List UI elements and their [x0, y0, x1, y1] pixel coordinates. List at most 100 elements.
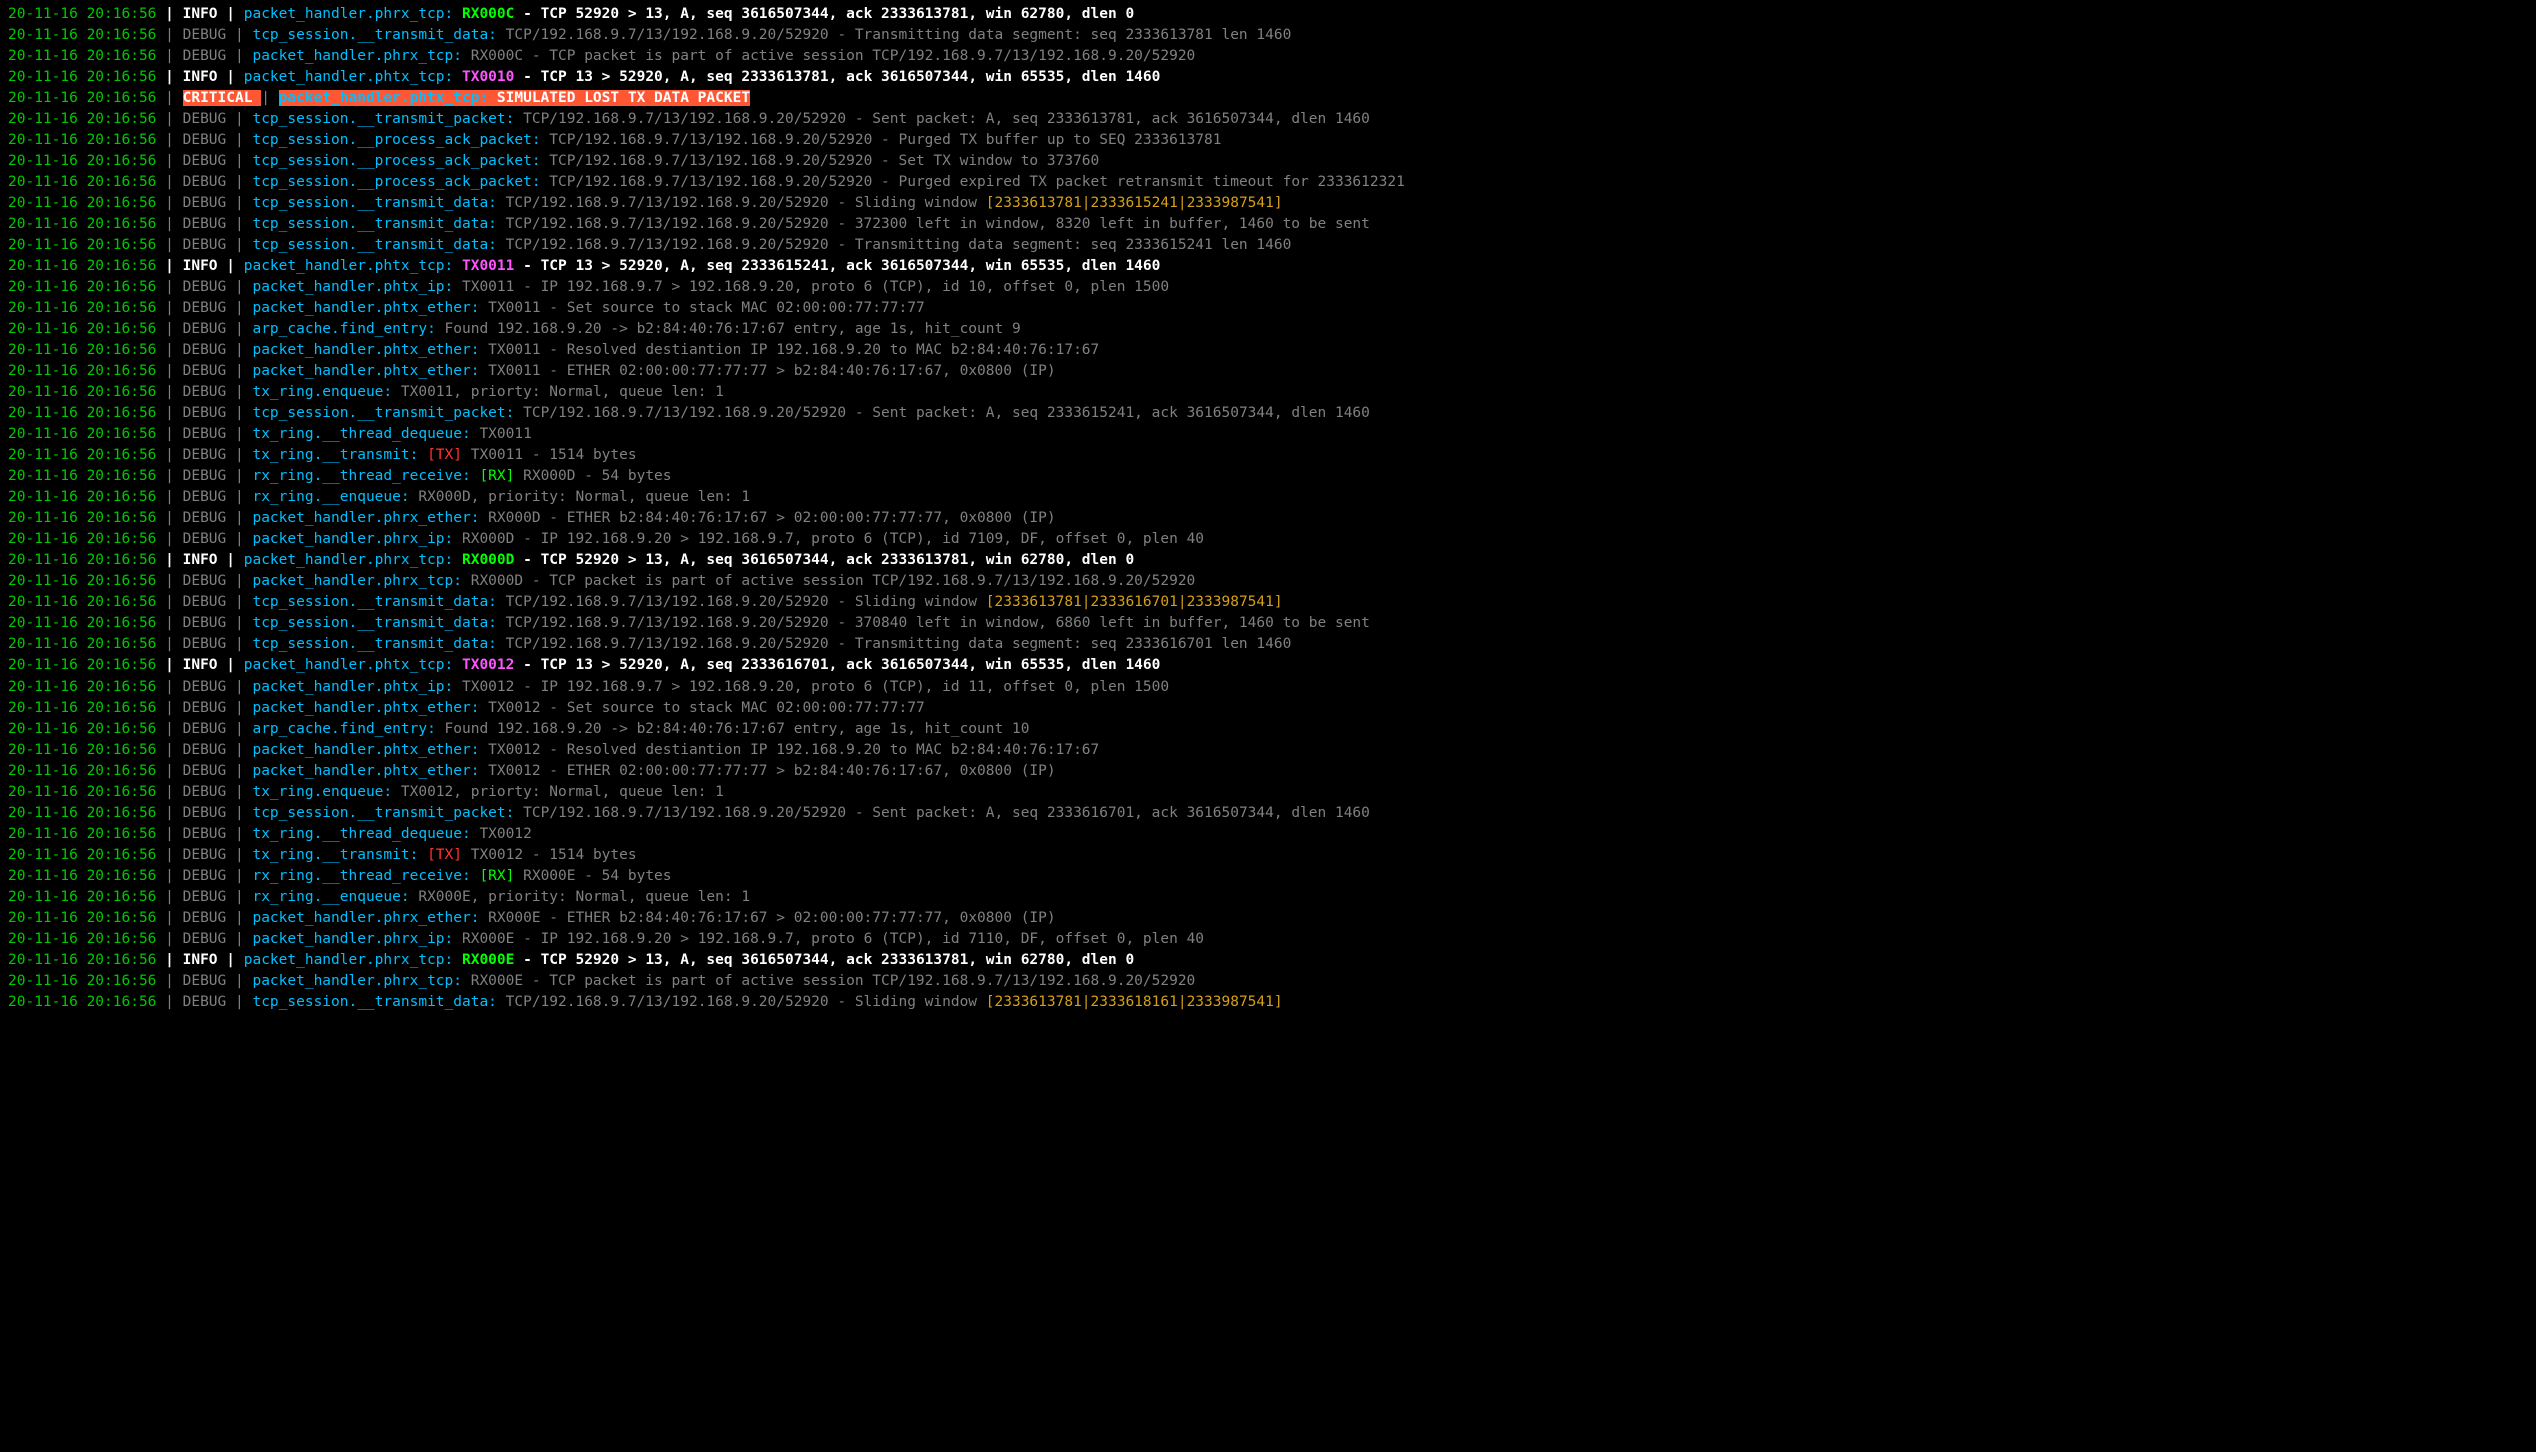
log-line: 20-11-16 20:16:56 | DEBUG | tcp_session.…	[8, 992, 2528, 1013]
log-source: tx_ring.__transmit:	[252, 447, 418, 463]
log-source: tcp_session.__transmit_packet:	[252, 111, 514, 127]
log-separator: |	[235, 384, 252, 400]
log-level: DEBUG	[183, 405, 235, 421]
log-output[interactable]: 20-11-16 20:16:56 | INFO | packet_handle…	[8, 4, 2528, 1013]
log-source: tx_ring.__transmit:	[252, 847, 418, 863]
log-separator: |	[235, 237, 252, 253]
log-separator: |	[226, 952, 243, 968]
log-level: DEBUG	[183, 700, 235, 716]
log-source: tx_ring.__thread_dequeue:	[252, 826, 470, 842]
log-line: 20-11-16 20:16:56 | DEBUG | tx_ring.enqu…	[8, 782, 2528, 803]
log-separator: |	[156, 363, 182, 379]
log-message: RX000E, priority: Normal, queue len: 1	[410, 889, 750, 905]
log-message: TCP/192.168.9.7/13/192.168.9.20/52920 - …	[497, 216, 1370, 232]
log-level: DEBUG	[183, 679, 235, 695]
log-separator: |	[235, 468, 252, 484]
log-message: - TCP 52920 > 13, A, seq 3616507344, ack…	[514, 952, 1134, 968]
log-separator: |	[156, 237, 182, 253]
log-timestamp: 20-11-16 20:16:56	[8, 573, 156, 589]
log-timestamp: 20-11-16 20:16:56	[8, 48, 156, 64]
sliding-window: [2333613781|2333616701|2333987541]	[986, 594, 1283, 610]
log-level: DEBUG	[183, 300, 235, 316]
log-separator: |	[156, 405, 182, 421]
ring-tag: [TX]	[427, 847, 462, 863]
log-source: rx_ring.__enqueue:	[252, 489, 409, 505]
log-level: INFO	[183, 657, 227, 673]
log-line: 20-11-16 20:16:56 | DEBUG | tx_ring.__tr…	[8, 445, 2528, 466]
sliding-window: [2333613781|2333615241|2333987541]	[986, 195, 1283, 211]
log-line: 20-11-16 20:16:56 | DEBUG | packet_handl…	[8, 698, 2528, 719]
log-timestamp: 20-11-16 20:16:56	[8, 258, 156, 274]
log-level: DEBUG	[183, 910, 235, 926]
log-level: DEBUG	[183, 510, 235, 526]
log-source: packet_handler.phrx_tcp:	[244, 6, 454, 22]
log-line: 20-11-16 20:16:56 | DEBUG | packet_handl…	[8, 971, 2528, 992]
log-timestamp: 20-11-16 20:16:56	[8, 405, 156, 421]
log-separator: |	[156, 300, 182, 316]
log-source: packet_handler.phrx_tcp:	[252, 973, 462, 989]
log-source: tx_ring.enqueue:	[252, 784, 392, 800]
log-separator: |	[261, 90, 278, 106]
log-timestamp: 20-11-16 20:16:56	[8, 636, 156, 652]
log-level: DEBUG	[183, 447, 235, 463]
log-line: 20-11-16 20:16:56 | DEBUG | tcp_session.…	[8, 109, 2528, 130]
log-source: tcp_session.__transmit_data:	[252, 27, 496, 43]
log-separator: |	[156, 805, 182, 821]
log-timestamp: 20-11-16 20:16:56	[8, 90, 156, 106]
log-message: RX000D, priority: Normal, queue len: 1	[410, 489, 750, 505]
log-source: rx_ring.__enqueue:	[252, 889, 409, 905]
log-separator: |	[226, 657, 243, 673]
log-level: DEBUG	[183, 973, 235, 989]
log-level: INFO	[183, 6, 227, 22]
log-timestamp: 20-11-16 20:16:56	[8, 889, 156, 905]
log-message: TX0011	[471, 426, 532, 442]
log-line: 20-11-16 20:16:56 | DEBUG | rx_ring.__en…	[8, 487, 2528, 508]
log-message: TCP/192.168.9.7/13/192.168.9.20/52920 - …	[497, 195, 986, 211]
log-message: - TCP 13 > 52920, A, seq 2333615241, ack…	[514, 258, 1160, 274]
log-timestamp: 20-11-16 20:16:56	[8, 300, 156, 316]
log-message: TCP/192.168.9.7/13/192.168.9.20/52920 - …	[497, 594, 986, 610]
log-timestamp: 20-11-16 20:16:56	[8, 994, 156, 1010]
log-line: 20-11-16 20:16:56 | INFO | packet_handle…	[8, 950, 2528, 971]
log-separator: |	[235, 300, 252, 316]
log-separator: |	[156, 216, 182, 232]
log-message: - TCP 13 > 52920, A, seq 2333616701, ack…	[514, 657, 1160, 673]
log-source: tcp_session.__transmit_packet:	[252, 405, 514, 421]
log-message: TX0011 - 1514 bytes	[462, 447, 637, 463]
log-separator: |	[235, 973, 252, 989]
log-separator: |	[156, 384, 182, 400]
log-level: DEBUG	[183, 636, 235, 652]
log-separator: |	[156, 594, 182, 610]
log-separator: |	[235, 847, 252, 863]
log-line: 20-11-16 20:16:56 | DEBUG | tx_ring.__tr…	[8, 845, 2528, 866]
log-line: 20-11-16 20:16:56 | INFO | packet_handle…	[8, 550, 2528, 571]
log-line: 20-11-16 20:16:56 | DEBUG | packet_handl…	[8, 340, 2528, 361]
log-separator: |	[156, 994, 182, 1010]
log-separator: |	[235, 510, 252, 526]
log-timestamp: 20-11-16 20:16:56	[8, 615, 156, 631]
log-source: packet_handler.phtx_ether:	[252, 300, 479, 316]
packet-tag: TX0012	[462, 657, 514, 673]
log-timestamp: 20-11-16 20:16:56	[8, 657, 156, 673]
log-message: TCP/192.168.9.7/13/192.168.9.20/52920 - …	[497, 27, 1291, 43]
log-level: DEBUG	[183, 27, 235, 43]
log-timestamp: 20-11-16 20:16:56	[8, 531, 156, 547]
log-level: DEBUG	[183, 868, 235, 884]
log-line: 20-11-16 20:16:56 | DEBUG | rx_ring.__en…	[8, 887, 2528, 908]
log-separator: |	[156, 615, 182, 631]
log-separator: |	[235, 721, 252, 737]
log-source: packet_handler.phtx_tcp:	[244, 69, 454, 85]
log-separator: |	[156, 111, 182, 127]
log-separator: |	[156, 132, 182, 148]
log-source: rx_ring.__thread_receive:	[252, 868, 470, 884]
log-source: tcp_session.__transmit_packet:	[252, 805, 514, 821]
log-separator: |	[156, 27, 182, 43]
log-level: DEBUG	[183, 279, 235, 295]
log-separator: |	[156, 784, 182, 800]
log-message: TCP/192.168.9.7/13/192.168.9.20/52920 - …	[497, 237, 1291, 253]
log-level: DEBUG	[183, 931, 235, 947]
log-timestamp: 20-11-16 20:16:56	[8, 489, 156, 505]
log-line: 20-11-16 20:16:56 | DEBUG | tcp_session.…	[8, 803, 2528, 824]
log-level: DEBUG	[183, 615, 235, 631]
log-level: DEBUG	[183, 742, 235, 758]
